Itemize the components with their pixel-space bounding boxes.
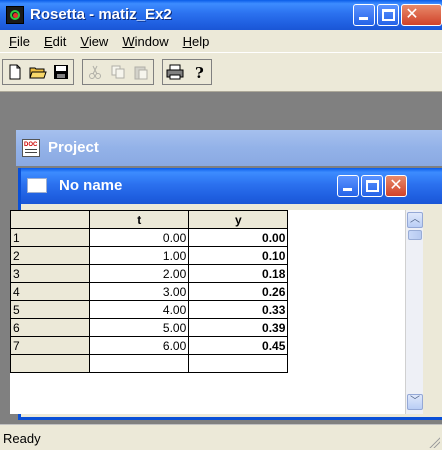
chevron-up-icon: ︿ (410, 214, 420, 225)
table-row: 2 1.00 0.10 (10, 246, 405, 265)
menu-view[interactable]: View (73, 34, 115, 49)
window-icon (27, 178, 47, 193)
close-button[interactable]: ✕ (401, 4, 442, 26)
new-document-icon (9, 64, 21, 80)
scroll-up-button[interactable]: ︿ (407, 212, 423, 228)
cell-t[interactable]: 6.00 (89, 336, 190, 355)
minimize-icon (343, 188, 352, 191)
row-number[interactable]: 6 (10, 318, 91, 337)
child-close-button[interactable]: ✕ (385, 175, 407, 197)
grid-corner[interactable] (10, 210, 91, 229)
status-bar: Ready (0, 424, 442, 450)
data-grid[interactable]: t y 1 0.00 0.00 2 1.00 0.10 3 2.00 0.18 4 3.00 0… (10, 210, 405, 414)
row-number[interactable]: 1 (10, 228, 91, 247)
cell-y[interactable]: 0.39 (188, 318, 289, 337)
cell-y[interactable]: 0.45 (188, 336, 289, 355)
row-number[interactable]: 4 (10, 282, 91, 301)
project-window-title-bar[interactable]: DOC Project (16, 130, 442, 166)
close-icon: ✕ (389, 177, 403, 194)
copy-button[interactable] (106, 60, 129, 84)
cell-y[interactable]: 0.00 (188, 228, 289, 247)
cell-y[interactable]: 0.18 (188, 264, 289, 283)
menu-window[interactable]: Window (115, 34, 175, 49)
window-title: Rosetta - matiz_Ex2 (30, 6, 172, 23)
row-number[interactable]: 3 (10, 264, 91, 283)
close-icon: ✕ (405, 6, 419, 23)
table-row: 3 2.00 0.18 (10, 264, 405, 283)
cell-t[interactable]: 2.00 (89, 264, 190, 283)
table-row: 7 6.00 0.45 (10, 336, 405, 355)
minimize-button[interactable] (353, 4, 375, 26)
cut-icon (88, 65, 101, 79)
row-number[interactable]: 2 (10, 246, 91, 265)
table-row-partial (10, 354, 405, 373)
paste-icon (134, 66, 148, 80)
cell-y[interactable]: 0.33 (188, 300, 289, 319)
chevron-down-icon: ﹀ (410, 396, 420, 407)
cell-t[interactable]: 0.00 (89, 228, 190, 247)
child-title-bar[interactable]: No name ✕ (21, 168, 442, 204)
maximize-button[interactable] (377, 4, 399, 26)
status-text: Ready (3, 431, 41, 446)
new-button[interactable] (3, 60, 26, 84)
cell-t[interactable]: 3.00 (89, 282, 190, 301)
file-toolbar-group (2, 59, 74, 85)
print-icon (166, 64, 184, 80)
cell-t[interactable]: 1.00 (89, 246, 190, 265)
table-row: 1 0.00 0.00 (10, 228, 405, 247)
toolbar: ? (0, 52, 442, 92)
table-row: 6 5.00 0.39 (10, 318, 405, 337)
svg-text:?: ? (195, 64, 204, 80)
help-icon: ? (195, 64, 204, 80)
column-header-y[interactable]: y (188, 210, 289, 229)
vertical-scrollbar[interactable]: ︿ ﹀ (405, 210, 423, 414)
resize-grip-icon[interactable] (428, 436, 440, 448)
data-table: t y 1 0.00 0.00 2 1.00 0.10 3 2.00 0.18 4 3.00 0… (10, 210, 405, 373)
child-window-title: No name (59, 177, 123, 194)
table-row: 4 3.00 0.26 (10, 282, 405, 301)
print-toolbar-group: ? (162, 59, 212, 85)
project-title: Project (48, 139, 99, 156)
row-number[interactable]: 5 (10, 300, 91, 319)
cell-t[interactable]: 4.00 (89, 300, 190, 319)
maximize-icon (366, 180, 379, 192)
edit-toolbar-group (82, 59, 154, 85)
copy-icon (111, 65, 125, 79)
cell-t[interactable]: 5.00 (89, 318, 190, 337)
maximize-icon (382, 9, 395, 21)
menu-bar: File Edit View Window Help (0, 30, 442, 52)
rosetta-app-icon[interactable] (6, 6, 24, 24)
menu-help[interactable]: Help (176, 34, 217, 49)
help-button[interactable]: ? (187, 60, 211, 84)
paste-button[interactable] (130, 60, 153, 84)
print-button[interactable] (163, 60, 187, 84)
save-icon (54, 65, 69, 79)
save-button[interactable] (50, 60, 73, 84)
menu-file[interactable]: File (2, 34, 37, 49)
scroll-down-button[interactable]: ﹀ (407, 394, 423, 410)
open-button[interactable] (26, 60, 49, 84)
column-header-t[interactable]: t (89, 210, 190, 229)
cell-y[interactable]: 0.26 (188, 282, 289, 301)
child-minimize-button[interactable] (337, 175, 359, 197)
table-row: 5 4.00 0.33 (10, 300, 405, 319)
project-document-icon: DOC (22, 139, 40, 157)
row-number[interactable]: 7 (10, 336, 91, 355)
menu-edit[interactable]: Edit (37, 34, 73, 49)
minimize-icon (359, 17, 368, 20)
open-folder-icon (29, 67, 47, 79)
scroll-thumb[interactable] (408, 230, 422, 240)
cell-y[interactable]: 0.10 (188, 246, 289, 265)
child-maximize-button[interactable] (361, 175, 383, 197)
cut-button[interactable] (83, 60, 106, 84)
main-title-bar[interactable]: Rosetta - matiz_Ex2 ✕ (0, 0, 442, 30)
